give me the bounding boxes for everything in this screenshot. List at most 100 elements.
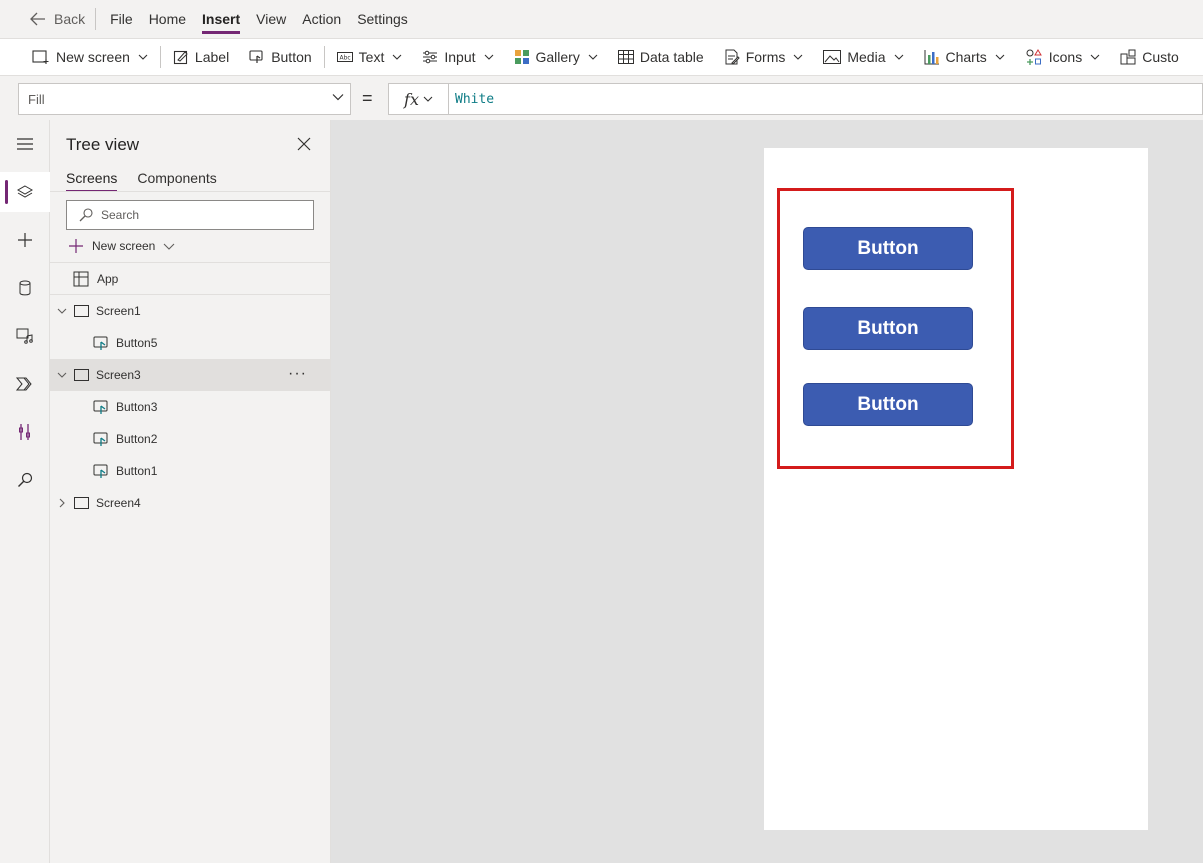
new-screen-button[interactable]: New screen [22,39,158,75]
button-control-icon [93,400,108,414]
search-rail-button[interactable] [0,460,50,500]
input-button[interactable]: Input [412,39,503,75]
media-rail-button[interactable] [0,316,50,356]
data-rail-button[interactable] [0,268,50,308]
chevron-down-icon[interactable] [56,305,68,317]
arrow-left-icon [30,12,45,26]
tree-search-input[interactable]: Search [66,200,314,230]
gallery-button[interactable]: Gallery [504,39,608,75]
menu-action[interactable]: Action [294,0,349,38]
canvas-button-1[interactable]: Button [803,227,973,270]
button-control-icon [93,432,108,446]
tree-tabs: Screens Components [66,170,217,192]
ribbon-separator [159,46,161,68]
fx-button[interactable]: fx [389,84,449,114]
chevron-down-icon [1090,54,1100,60]
data-table-label: Data table [639,49,704,65]
menu-separator [95,8,97,30]
more-options-button[interactable]: ··· [288,365,307,383]
selection-box[interactable]: Button Button Button [777,188,1014,469]
close-icon[interactable] [297,137,311,151]
media-button[interactable]: Media [813,39,913,75]
tree-node-screen3[interactable]: Screen3 ··· [50,359,330,391]
tab-components[interactable]: Components [137,170,216,190]
button-button[interactable]: Button [239,39,321,75]
canvas-button-2[interactable]: Button [803,307,973,350]
chevron-down-icon[interactable] [56,369,68,381]
chevron-down-icon [995,54,1005,60]
app-screen-canvas[interactable]: Button Button Button [764,148,1148,830]
tree-node-label: Screen3 [96,368,141,382]
chevron-down-icon [588,54,598,60]
tree-node-screen4[interactable]: Screen4 [50,487,330,519]
formula-bar: Fill = fx White [0,76,1203,120]
plus-icon [69,239,83,253]
power-automate-rail-button[interactable] [0,364,50,404]
back-label: Back [54,11,86,27]
text-button[interactable]: Abc Text [327,39,413,75]
equals-sign: = [362,88,373,108]
label-button[interactable]: Label [163,39,239,75]
insert-rail-button[interactable] [0,220,50,260]
input-label: Input [444,49,476,65]
tab-screens[interactable]: Screens [66,170,118,192]
icons-label: Icons [1048,49,1083,65]
tree-node-button1[interactable]: Button1 [50,455,330,487]
canvas-button-3[interactable]: Button [803,383,973,426]
chevron-down-icon [894,54,903,60]
hamburger-menu-button[interactable] [0,124,50,164]
screen-icon [74,497,89,509]
canvas-area: Button Button Button [331,120,1203,863]
image-icon [823,50,842,64]
menu-file[interactable]: File [102,0,141,38]
screen-icon [74,369,89,381]
svg-text:Abc: Abc [339,55,350,62]
left-rail [0,120,50,863]
tree-new-screen-button[interactable]: New screen [68,236,175,256]
sliders-icon [423,50,438,64]
chevron-down-icon [138,54,148,60]
property-name: Fill [28,91,45,107]
menu-view[interactable]: View [248,0,294,38]
icons-button[interactable]: Icons [1015,39,1110,75]
forms-button[interactable]: Forms [714,39,814,75]
tree-node-label: Screen4 [96,496,141,510]
form-icon [725,49,740,65]
data-table-button[interactable]: Data table [608,39,714,75]
menu-insert[interactable]: Insert [194,0,248,38]
property-selector[interactable]: Fill [18,83,351,115]
tree-node-app[interactable]: App [50,263,330,295]
advanced-tools-rail-button[interactable] [0,412,50,452]
table-icon [617,50,634,64]
ribbon-separator [323,46,325,68]
new-screen-label: New screen [56,49,130,65]
tree-node-button5[interactable]: Button5 [50,327,330,359]
formula-input[interactable]: White [449,92,494,107]
custom-button[interactable]: Custo [1110,39,1189,75]
tree-node-label: Button3 [116,400,158,414]
tools-icon [19,424,30,440]
tree-view-rail-button[interactable] [0,172,50,212]
forms-label: Forms [745,49,786,65]
tree-node-button2[interactable]: Button2 [50,423,330,455]
gallery-label: Gallery [535,49,580,65]
back-button[interactable]: Back [30,0,95,38]
tree-node-screen1[interactable]: Screen1 [50,295,330,327]
menu-settings[interactable]: Settings [349,0,416,38]
custom-label: Custo [1142,49,1179,65]
database-icon [19,280,31,296]
charts-button[interactable]: Charts [914,39,1015,75]
menu-home[interactable]: Home [141,0,194,38]
formula-box[interactable]: fx White [388,83,1203,115]
chevron-down-icon [484,54,493,60]
chevron-down-icon [423,96,433,102]
fx-icon: fx [404,89,419,109]
chevron-down-icon [392,54,402,60]
layers-icon [17,185,33,198]
icons-shapes-icon [1026,49,1042,65]
tree-node-button3[interactable]: Button3 [50,391,330,423]
label-label: Label [194,49,230,65]
chevron-right-icon[interactable] [56,497,68,509]
flow-icon [16,377,32,391]
hamburger-icon [17,138,33,150]
